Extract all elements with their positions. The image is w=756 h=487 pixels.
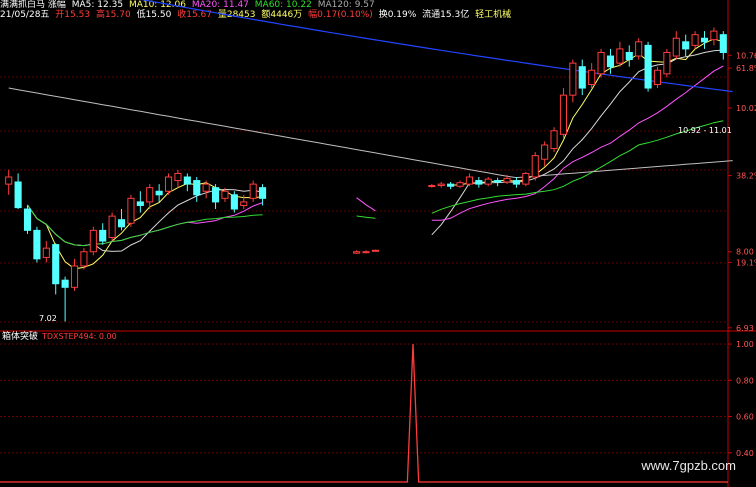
candle-body-18 — [174, 172, 182, 182]
price-tick-label-1: 61.8% — [736, 64, 756, 73]
candle-body-2 — [23, 208, 32, 231]
candle-body-12 — [117, 219, 126, 228]
candle-body-15 — [146, 187, 154, 203]
lower-panel-title: 箱体突破 — [2, 330, 38, 342]
candle-body-26 — [249, 183, 257, 199]
candle-body-27 — [259, 187, 267, 199]
lower-tick-label-1: 0.80 — [736, 376, 754, 385]
candle-body-20 — [193, 180, 201, 196]
candle-body-70 — [663, 51, 671, 75]
lower-tick-label-0: 1.00 — [736, 340, 754, 349]
price-tick-label-6: 6.93 — [736, 324, 754, 333]
candle-body-22 — [212, 187, 220, 203]
ma5-line-2 — [450, 38, 724, 186]
candle-body-13 — [127, 197, 135, 224]
candle-body-69 — [653, 69, 662, 85]
candle-body-60 — [569, 62, 577, 96]
watermark: www.7gpzb.com — [641, 458, 736, 473]
candle-body-57 — [541, 144, 549, 160]
candle-body-61 — [578, 66, 586, 89]
candle-body-25 — [240, 201, 248, 206]
ma250-line — [8, 87, 733, 179]
ma120-line — [141, 0, 733, 93]
price-tick-label-0: 10.76 — [736, 51, 756, 60]
lower-tick-label-3: 0.40 — [736, 449, 754, 458]
candle-body-19 — [183, 176, 191, 185]
ma20-line-2 — [431, 65, 724, 221]
price-tick-label-2: 10.02 — [736, 104, 756, 113]
candle-body-58 — [550, 130, 558, 150]
candle-body-52 — [494, 180, 502, 183]
candle-body-53 — [503, 177, 511, 183]
ma20-line-0 — [27, 202, 263, 247]
candle-body-3 — [33, 229, 41, 260]
price-tick-label-5: 19.1% — [736, 258, 756, 267]
candle-body-55 — [522, 172, 530, 185]
candle-body-56 — [531, 155, 539, 178]
candle-body-38 — [362, 251, 370, 254]
candle-body-73 — [691, 34, 699, 46]
candle-body-63 — [597, 51, 605, 75]
candle-body-14 — [136, 201, 144, 206]
candle-body-75 — [710, 30, 718, 41]
moving-averages — [8, 0, 733, 270]
lower-tick-label-2: 0.60 — [736, 413, 754, 422]
candle-body-72 — [682, 41, 690, 50]
candle-body-54 — [512, 180, 520, 185]
grid-lines — [0, 0, 756, 487]
candle-body-46 — [437, 183, 445, 187]
price-tick-label-3: 38.2% — [736, 172, 756, 181]
tdxstep-line — [0, 344, 728, 483]
candle-body-47 — [447, 183, 455, 187]
candle-body-67 — [635, 41, 643, 57]
ma60-line-1 — [356, 215, 376, 219]
candle-body-11 — [108, 215, 116, 238]
low-price-annotation: 7.02 — [39, 314, 57, 323]
candle-body-45 — [428, 185, 436, 188]
candle-body-0 — [5, 176, 13, 185]
candle-body-24 — [230, 194, 238, 210]
lower-series-label: TDXSTEP494: 0.00 — [41, 332, 117, 341]
candle-body-6 — [61, 279, 69, 288]
candle-body-76 — [719, 34, 727, 53]
candle-body-48 — [456, 182, 464, 187]
candle-body-39 — [371, 249, 379, 252]
candle-body-7 — [70, 265, 79, 288]
range-annotation: 10.92 - 11.01 — [678, 126, 732, 135]
candle-body-10 — [99, 229, 107, 242]
candle-body-16 — [155, 190, 163, 196]
candle-body-50 — [475, 180, 483, 185]
candle-body-9 — [89, 229, 97, 253]
candle-body-74 — [700, 37, 709, 43]
candle-body-49 — [465, 176, 473, 185]
candle-body-59 — [559, 94, 568, 135]
ma20-line-1 — [356, 197, 376, 212]
candle-body-51 — [484, 178, 492, 185]
candle-body-66 — [625, 51, 633, 61]
candle-body-5 — [52, 244, 60, 285]
candle-body-64 — [606, 55, 615, 68]
candle-body-68 — [644, 44, 652, 89]
candle-body-8 — [80, 251, 88, 267]
candle-body-1 — [14, 181, 22, 209]
candlesticks — [5, 27, 727, 322]
candle-body-71 — [672, 37, 680, 57]
kline-chart[interactable]: 10.76 61.8% 10.02 38.2% 8.0019.1% 6.93 7.02 1… — [0, 0, 756, 487]
price-tick-label-4: 8.00 — [736, 248, 754, 257]
candle-body-62 — [588, 69, 596, 85]
candle-body-23 — [221, 190, 229, 199]
price-axis: 10.76 61.8% 10.02 38.2% 8.0019.1% 6.93 — [728, 51, 756, 333]
candle-body-4 — [42, 247, 50, 258]
candle-body-17 — [164, 176, 173, 192]
candle-body-65 — [616, 48, 624, 64]
candle-body-21 — [202, 183, 210, 192]
candle-body-37 — [353, 251, 361, 254]
